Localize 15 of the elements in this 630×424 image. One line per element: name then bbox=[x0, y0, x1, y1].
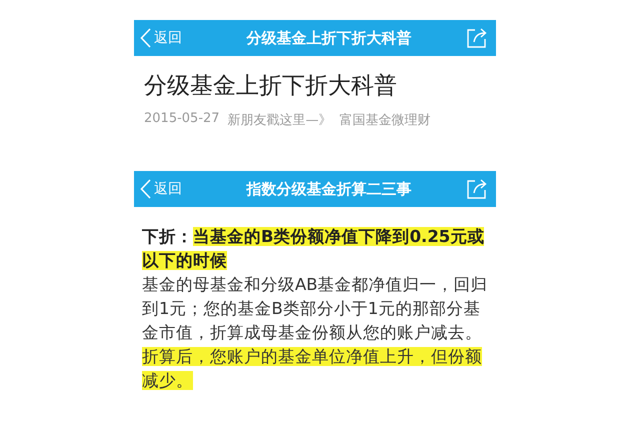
nav-title: 分级基金上折下折大科普 bbox=[245, 28, 412, 48]
share-icon[interactable] bbox=[466, 178, 488, 200]
share-icon[interactable] bbox=[466, 27, 488, 49]
follow-link[interactable]: 新朋友戳这里—》 bbox=[228, 111, 332, 129]
article-author: 富国基金微理财 bbox=[340, 112, 431, 129]
article-title: 分级基金上折下折大科普 bbox=[144, 72, 398, 101]
nav-title: 指数分级基金折算二三事 bbox=[245, 180, 412, 198]
paragraph: 下折：当基金的B类份额净值下降到0.25元或以下的时候 bbox=[142, 226, 486, 272]
chevron-left-icon bbox=[140, 179, 151, 199]
paragraph: 折算后，您账户的基金单位净值上升，但份额减少。 bbox=[142, 346, 483, 392]
paragraph: 基金的母基金和分级AB基金都净值归一，回归到1元；您的基金B类部分小于1元的那部分基金市值，折算成母基金份额从您的账户减去。 bbox=[142, 274, 489, 344]
article-date: 2015-05-27 bbox=[144, 111, 220, 128]
back-button[interactable]: 返回 bbox=[140, 179, 192, 199]
back-button[interactable]: 返回 bbox=[140, 28, 192, 48]
chevron-left-icon bbox=[140, 28, 151, 48]
